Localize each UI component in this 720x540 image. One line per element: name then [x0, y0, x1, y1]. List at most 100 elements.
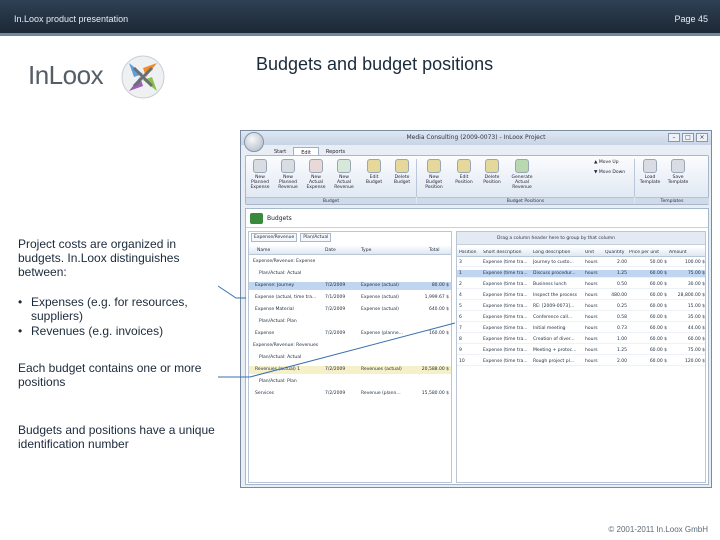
cell-date: 7/2/2009: [325, 307, 346, 312]
budget-row[interactable]: Services 7/2/2009 Revenue (plann... 15,580.…: [249, 390, 451, 398]
position-cell: 60.00 $: [649, 304, 667, 309]
col-name[interactable]: Name: [257, 248, 270, 253]
position-cell: 7: [459, 326, 462, 331]
position-cell: hours: [585, 337, 598, 342]
cell-total: 640.00 $: [428, 307, 449, 312]
ribbon-button[interactable]: Delete Position: [480, 159, 504, 185]
group-label: Expense/Revenue: Revenues: [253, 343, 319, 348]
position-row[interactable]: 9 Expense (time tra... Meeting + protoc...…: [457, 347, 705, 355]
cell-date: 7/2/2009: [325, 283, 346, 288]
col-header[interactable]: Quantity: [605, 250, 627, 255]
position-cell: Expense (time tra...: [483, 326, 528, 331]
window-controls: – □ ×: [668, 133, 708, 142]
ribbon-separator: [416, 159, 417, 197]
budget-row[interactable]: Expense 7/2/2009 Expense (planne... 160.00 …: [249, 330, 451, 338]
ribbon-button-label: New Budget Position: [425, 175, 443, 190]
header-accent-line: [0, 33, 720, 36]
ribbon-button[interactable]: Delete Budget: [390, 159, 414, 185]
ribbon-button-label: Delete Position: [483, 175, 501, 185]
group-row[interactable]: Expense/Revenue: Expense: [249, 258, 451, 266]
ribbon-button[interactable]: Edit Position: [452, 159, 476, 185]
budget-row[interactable]: Revenues (actual) 1 7/2/2009 Revenues (act…: [249, 366, 451, 374]
position-cell: 6: [459, 315, 462, 320]
ribbon-button[interactable]: Generate Actual Revenue: [510, 159, 534, 190]
position-cell: Conference call...: [533, 315, 573, 320]
position-cell: 15.00 $: [687, 304, 705, 309]
position-cell: 44.00 $: [687, 326, 705, 331]
budget-icon: [250, 213, 263, 224]
position-row[interactable]: 6 Expense (time tra... Conference call... h…: [457, 314, 705, 322]
position-cell: hours: [585, 359, 598, 364]
position-cell: 10: [459, 359, 465, 364]
col-total[interactable]: Total: [429, 248, 440, 253]
col-date[interactable]: Date: [325, 248, 336, 253]
col-header[interactable]: Short description: [483, 250, 531, 255]
col-header[interactable]: Amount: [669, 250, 705, 255]
position-row[interactable]: 3 Expense (time tra... Journey to custo...…: [457, 259, 705, 267]
positions-text: Each budget contains one or more positio…: [18, 361, 202, 389]
group-row[interactable]: Expense/Revenue: Revenues: [249, 342, 451, 350]
bullet-dot: •: [18, 324, 23, 338]
cell-name: Revenues (actual) 1: [255, 367, 301, 372]
app-menu-orb[interactable]: [244, 132, 264, 152]
position-cell: Expense (time tra...: [483, 293, 528, 298]
ribbon-button[interactable]: New Planned Expense: [248, 159, 272, 190]
position-cell: 3: [459, 260, 462, 265]
move-up-button[interactable]: ▲ Move Up: [594, 160, 619, 165]
position-cell: Expense (time tra...: [483, 282, 528, 287]
position-row[interactable]: 4 Expense (time tra... Inspect the process…: [457, 292, 705, 300]
position-row[interactable]: 5 Expense (time tra... RE: [2009-0073]... h…: [457, 303, 705, 311]
ribbon-button[interactable]: Edit Budget: [362, 159, 386, 185]
ribbon-button[interactable]: New Budget Position: [422, 159, 446, 190]
budgets-section-title: Budgets: [250, 213, 292, 224]
ribbon-button-label: Edit Position: [455, 175, 473, 185]
group-row[interactable]: Plan/Actual: Plan: [249, 318, 451, 326]
ribbon-button[interactable]: New Actual Revenue: [332, 159, 356, 190]
maximize-button[interactable]: □: [682, 133, 694, 142]
budget-row[interactable]: Expense (actual, time tra... 7/1/2009 Expe…: [249, 294, 451, 302]
group-row[interactable]: Plan/Actual: Plan: [249, 378, 451, 386]
ribbon-button[interactable]: Save Template: [666, 159, 690, 185]
budgets-label: Budgets: [267, 215, 292, 222]
group-label: Plan/Actual: Plan: [259, 319, 297, 324]
position-cell: 60.00 $: [649, 326, 667, 331]
position-cell: Rough project pl...: [533, 359, 575, 364]
position-row[interactable]: 10 Expense (time tra... Rough project pl..…: [457, 358, 705, 366]
col-header[interactable]: Price per unit: [629, 250, 667, 255]
group-budget-positions: Budget Positions: [417, 197, 634, 204]
position-cell: 0.58: [616, 315, 627, 320]
budget-row[interactable]: Expense: Journey 7/2/2009 Expense (actual)…: [249, 282, 451, 290]
position-cell: 60.00 $: [687, 337, 705, 342]
col-header[interactable]: Unit: [585, 250, 603, 255]
cell-name: Expense Material: [255, 307, 294, 312]
col-type[interactable]: Type: [361, 248, 371, 253]
filter-expense-revenue[interactable]: Expense/Revenue: [251, 233, 298, 242]
col-header[interactable]: Long description: [533, 250, 583, 255]
position-row[interactable]: 1 Expense (time tra... Discuss procedur...…: [457, 270, 705, 278]
position-row[interactable]: 7 Expense (time tra... Initial meeting hour…: [457, 325, 705, 333]
filter-plan-actual[interactable]: Plan/Actual: [300, 233, 332, 242]
group-row[interactable]: Plan/Actual: Actual: [249, 270, 451, 278]
position-row[interactable]: 8 Expense (time tra... Creation of diver..…: [457, 336, 705, 344]
logo-wordmark: InLoox: [28, 60, 104, 90]
positions-grid-header: Position Short description Long descriptio…: [457, 248, 705, 257]
bullet-text: Revenues (e.g. invoices): [31, 324, 164, 338]
ribbon-button-label: New Actual Expense: [306, 175, 326, 190]
cell-total: 15,580.00 $: [421, 391, 449, 396]
close-button[interactable]: ×: [696, 133, 708, 142]
move-down-button[interactable]: ▼ Move Down: [594, 170, 625, 175]
position-cell: 60.00 $: [649, 348, 667, 353]
ribbon-button-label: Delete Budget: [393, 175, 411, 185]
position-cell: 50.00 $: [649, 260, 667, 265]
col-header[interactable]: Position: [459, 250, 483, 255]
position-row[interactable]: 2 Expense (time tra... Business lunch hours…: [457, 281, 705, 289]
ribbon-button[interactable]: New Actual Expense: [304, 159, 328, 190]
move-up-label: Move Up: [598, 160, 619, 165]
ribbon-button[interactable]: Load Template: [638, 159, 662, 185]
budget-row[interactable]: Expense Material 7/2/2009 Expense (actual)…: [249, 306, 451, 314]
window-title: Media Consulting (2009-0073) - InLoox Pr…: [406, 134, 546, 141]
cell-name: Expense: Journey: [255, 283, 295, 288]
group-row[interactable]: Plan/Actual: Actual: [249, 354, 451, 362]
ribbon-button[interactable]: New Planned Revenue: [276, 159, 300, 190]
minimize-button[interactable]: –: [668, 133, 680, 142]
